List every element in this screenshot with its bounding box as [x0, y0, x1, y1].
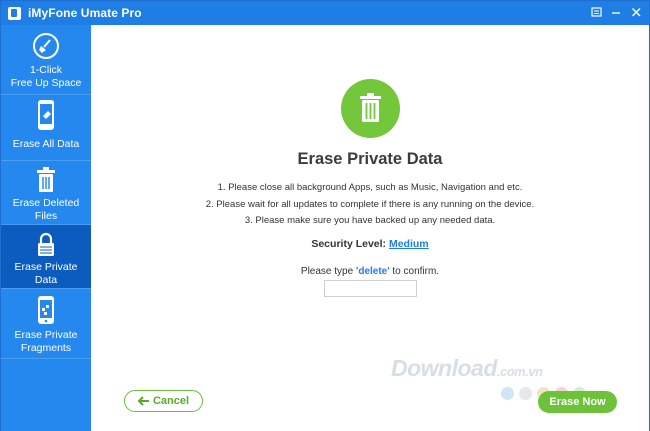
watermark-suffix: .com.vn — [496, 364, 543, 379]
page-title: Erase Private Data — [297, 150, 443, 168]
instruction-line: 2. Please wait for all updates to comple… — [205, 199, 535, 210]
instruction-line: 1. Please close all background Apps, suc… — [217, 182, 523, 193]
sidebar-item-erase-private-data[interactable]: Erase Private Data — [1, 225, 91, 289]
sidebar-item-label: Erase All Data — [12, 138, 80, 150]
security-level-row: Security Level: Medium — [91, 238, 649, 250]
sidebar-item-label: Free Up Space — [10, 77, 82, 89]
sidebar-item-label: Data — [34, 274, 58, 286]
sidebar-item-label: Fragments — [20, 342, 72, 354]
cancel-button[interactable]: Cancel — [124, 390, 203, 412]
trash-icon — [341, 79, 400, 138]
sidebar-item-erase-private-fragments[interactable]: Erase Private Fragments — [1, 289, 91, 359]
app-window: iMyFone Umate Pro 1-Click Free Up Space — [0, 0, 650, 431]
main-panel: Erase Private Data 1. Please close all b… — [91, 25, 649, 431]
phone-erase-icon — [38, 100, 54, 130]
watermark-text: Download — [391, 355, 497, 381]
sidebar-item-free-up-space[interactable]: 1-Click Free Up Space — [1, 25, 91, 95]
app-logo-icon — [8, 6, 21, 20]
phone-fragments-icon — [38, 296, 54, 324]
security-level-label: Security Level: — [311, 238, 387, 250]
sidebar-item-label: 1-Click — [29, 64, 63, 76]
instruction-line: 3. Please make sure you have backed up a… — [244, 215, 496, 226]
sidebar-item-label: Erase Private — [14, 329, 78, 341]
trash-icon — [37, 167, 55, 192]
confirm-instruction: Please type 'delete' to confirm. — [91, 266, 649, 277]
sidebar-item-erase-deleted-files[interactable]: Erase Deleted Files — [1, 161, 91, 225]
close-icon[interactable] — [628, 4, 645, 21]
watermark-dot — [501, 387, 514, 400]
cancel-label: Cancel — [152, 395, 190, 407]
sidebar-item-label: Files — [34, 210, 58, 222]
erase-now-button[interactable]: Erase Now — [538, 391, 617, 413]
sidebar-item-label: Erase Deleted — [12, 197, 80, 209]
back-arrow-icon — [137, 396, 149, 406]
title-bar: iMyFone Umate Pro — [1, 1, 649, 25]
watermark-logo: Download.com.vn — [391, 355, 543, 382]
broom-icon — [33, 33, 59, 59]
sidebar: 1-Click Free Up Space Erase All Data Era… — [1, 25, 91, 431]
sidebar-item-erase-all-data[interactable]: Erase All Data — [1, 95, 91, 161]
confirm-prefix: Please type — [300, 266, 354, 277]
confirm-keyword: 'delete' — [355, 266, 390, 277]
minimize-icon[interactable] — [608, 4, 625, 21]
menu-icon[interactable] — [588, 4, 605, 21]
watermark-dot — [519, 387, 532, 400]
window-controls — [588, 4, 645, 21]
lock-icon — [38, 232, 54, 256]
erase-now-label: Erase Now — [549, 396, 606, 408]
app-title: iMyFone Umate Pro — [28, 6, 142, 20]
security-level-link[interactable]: Medium — [389, 238, 429, 250]
confirm-suffix: to confirm. — [392, 266, 440, 277]
confirm-input[interactable] — [324, 280, 417, 297]
sidebar-item-label: Erase Private — [14, 261, 78, 273]
